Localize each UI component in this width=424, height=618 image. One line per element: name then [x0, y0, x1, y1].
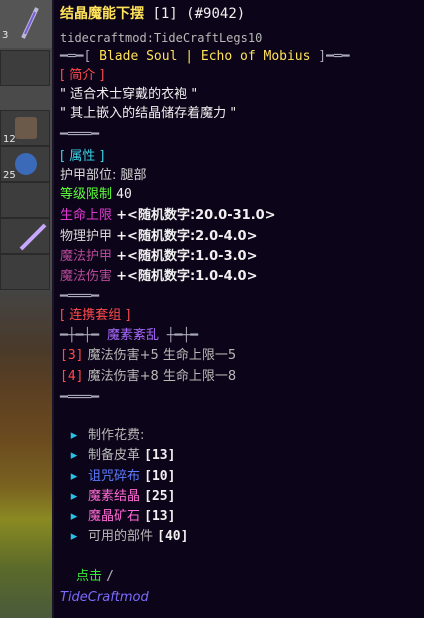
- set-bonus-text: 魔法伤害+5 生命上限一5: [87, 348, 237, 363]
- stat-row: 生命上限 +<随机数字:20.0-31.0>: [60, 207, 276, 225]
- stat-label: 魔法伤害: [60, 269, 113, 284]
- bullet-icon: ▸: [70, 489, 78, 504]
- bullet-icon: ▸: [70, 428, 78, 443]
- set-ornament-left: ━┼━┼━: [60, 328, 100, 343]
- stat-row: 魔法伤害 +<随机数字:1.0-4.0>: [60, 268, 258, 286]
- ingredient-name: 魔晶矿石: [88, 509, 141, 524]
- slot-count: 12: [3, 134, 16, 145]
- craft-ingredient-row: ▸ 可用的部件 [40]: [60, 528, 189, 546]
- set-ornament-right: ┼━┼━: [166, 328, 199, 343]
- ingredient-name: 制备皮革: [88, 448, 141, 463]
- level-label: 等级限制: [60, 187, 113, 202]
- click-separator: /: [106, 569, 114, 584]
- item-icon: [15, 117, 37, 139]
- armor-slot-value: 腿部: [120, 168, 147, 183]
- craft-ingredient-row: ▸ 诅咒碎布 [10]: [60, 468, 176, 486]
- armor-slot-label: 护甲部位:: [60, 168, 117, 183]
- craft-ingredient-row: ▸ 魔素结晶 [25]: [60, 488, 176, 506]
- item-registry-id: tidecraftmod:TideCraftLegs10: [60, 31, 263, 45]
- armor-slot-row: 护甲部位: 腿部: [60, 167, 147, 185]
- set-bonus-count: [4]: [60, 369, 84, 384]
- inventory-slot[interactable]: [0, 254, 50, 290]
- craft-ingredient-row: ▸ 魔晶矿石 [13]: [60, 508, 176, 526]
- divider: ━═══━: [60, 390, 100, 405]
- ingredient-qty: [40]: [157, 529, 189, 544]
- stat-value: +<随机数字:20.0-31.0>: [116, 208, 276, 223]
- bullet-icon: ▸: [70, 529, 78, 544]
- inventory-slot-top[interactable]: 3: [0, 0, 52, 48]
- intro-line: " 适合术士穿戴的衣袍 ": [60, 87, 198, 102]
- craft-cost-title: 制作花费:: [88, 428, 145, 443]
- set-banner: ━═━[ Blade Soul | Echo of Mobius ]━═━: [60, 48, 350, 66]
- level-requirement-row: 等级限制 40: [60, 186, 132, 204]
- set-bonus-row: [3] 魔法伤害+5 生命上限一5: [60, 347, 236, 365]
- attributes-header: [ 属性 ]: [60, 149, 105, 164]
- divider: ━═══━: [60, 289, 100, 304]
- set-bonus-text: 魔法伤害+8 生命上限一8: [87, 369, 237, 384]
- game-world-background: [0, 290, 60, 618]
- craft-ingredient-row: ▸ 制备皮革 [13]: [60, 447, 176, 465]
- mod-name-text: TideCraftmod: [60, 590, 149, 605]
- set-header: [ 连携套组 ]: [60, 308, 131, 323]
- sword-icon: [19, 223, 47, 255]
- inventory-slot[interactable]: 25: [0, 146, 50, 182]
- ingredient-name: 诅咒碎布: [88, 469, 141, 484]
- bullet-icon: ▸: [70, 509, 78, 524]
- bullet-icon: ▸: [70, 469, 78, 484]
- set-bonus-row: [4] 魔法伤害+8 生命上限一8: [60, 368, 236, 386]
- set-bonus-count: [3]: [60, 348, 84, 363]
- ingredient-name: 可用的部件: [88, 529, 154, 544]
- ingredient-name: 魔素结晶: [88, 489, 141, 504]
- ingredient-qty: [13]: [144, 509, 176, 524]
- stat-value: +<随机数字:1.0-3.0>: [116, 249, 258, 264]
- slot-count: 3: [2, 30, 9, 41]
- banner-right-ornament: ]━═━: [318, 49, 350, 64]
- stat-label: 魔法护甲: [60, 249, 113, 264]
- level-value: 40: [116, 187, 132, 202]
- intro-header: [ 简介 ]: [60, 68, 105, 83]
- inventory-slot[interactable]: [0, 182, 50, 218]
- stat-row: 魔法护甲 +<随机数字:1.0-3.0>: [60, 248, 258, 266]
- item-title: 结晶魔能下摆: [60, 6, 144, 22]
- stat-value: +<随机数字:1.0-4.0>: [116, 269, 258, 284]
- tooltip-title-row: 结晶魔能下摆 [1] (#9042): [60, 5, 245, 23]
- potion-icon: [15, 153, 37, 175]
- click-label[interactable]: 点击: [76, 569, 102, 584]
- set-name-row: ━┼━┼━ 魔素紊乱 ┼━┼━: [60, 327, 198, 345]
- banner-left-ornament: ━═━[: [60, 49, 92, 64]
- set-banner-text: Blade Soul | Echo of Mobius: [99, 49, 311, 64]
- bullet-icon: ▸: [70, 448, 78, 463]
- divider: ━═══━: [60, 127, 100, 142]
- inventory-panel: 3 12 25: [0, 0, 52, 290]
- slot-count: 25: [3, 170, 16, 181]
- stat-value: +<随机数字:2.0-4.0>: [116, 229, 258, 244]
- mod-name: TideCraftmod: [60, 589, 149, 607]
- ingredient-qty: [13]: [144, 448, 176, 463]
- inventory-slot[interactable]: 12: [0, 110, 50, 146]
- item-count: [1]: [152, 6, 178, 22]
- set-name: 魔素紊乱: [106, 328, 159, 343]
- inventory-slot[interactable]: [0, 218, 50, 254]
- ingredient-qty: [10]: [144, 469, 176, 484]
- inventory-slot[interactable]: [0, 50, 50, 86]
- craft-action-row[interactable]: 点击 /: [76, 568, 114, 586]
- spear-item-icon: [20, 4, 40, 42]
- stat-row: 物理护甲 +<随机数字:2.0-4.0>: [60, 228, 258, 246]
- ingredient-qty: [25]: [144, 489, 176, 504]
- item-tooltip: 结晶魔能下摆 [1] (#9042) tidecraftmod:TideCraf…: [52, 0, 424, 618]
- stat-label: 物理护甲: [60, 229, 113, 244]
- craft-cost-title-row: ▸ 制作花费:: [60, 427, 145, 445]
- intro-line: " 其上嵌入的结晶储存着魔力 ": [60, 106, 237, 121]
- item-numeric-id: (#9042): [186, 6, 246, 22]
- stat-label: 生命上限: [60, 208, 113, 223]
